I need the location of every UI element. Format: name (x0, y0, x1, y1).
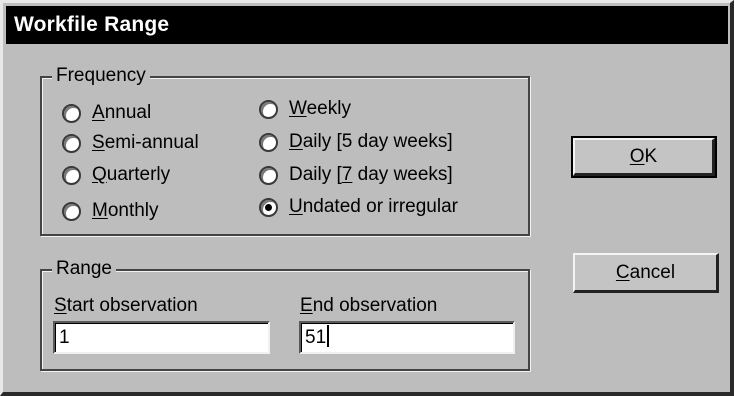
radio-monthly-circle[interactable] (62, 201, 81, 221)
start-observation-label: Start observation (54, 295, 198, 316)
end-observation-label: End observation (300, 295, 438, 316)
radio-semi-annual-label: Semi-annual (92, 132, 199, 153)
radio-monthly[interactable]: Monthly (62, 200, 159, 222)
radio-weekly[interactable]: Weekly (259, 98, 351, 120)
text-caret (327, 325, 330, 347)
radio-undated-circle[interactable] (259, 197, 278, 217)
radio-quarterly-circle[interactable] (62, 165, 81, 185)
frequency-legend: Frequency (52, 65, 150, 87)
radio-undated-label: Undated or irregular (289, 196, 458, 217)
radio-daily-7[interactable]: Daily [7 day weeks] (259, 164, 453, 186)
radio-daily-5-circle[interactable] (259, 132, 278, 152)
radio-undated[interactable]: Undated or irregular (259, 196, 458, 218)
radio-semi-annual-circle[interactable] (62, 133, 81, 153)
radio-weekly-circle[interactable] (259, 99, 278, 119)
radio-weekly-label: Weekly (289, 98, 351, 119)
radio-quarterly[interactable]: Quarterly (62, 164, 170, 186)
end-observation-input[interactable]: 51 (299, 321, 515, 354)
radio-daily-7-label: Daily [7 day weeks] (289, 164, 453, 185)
radio-annual-circle[interactable] (62, 103, 81, 123)
radio-quarterly-label: Quarterly (92, 164, 171, 185)
ok-button[interactable]: OK (571, 136, 717, 178)
radio-daily-7-circle[interactable] (259, 165, 278, 185)
radio-semi-annual[interactable]: Semi-annual (62, 132, 199, 154)
start-observation-input[interactable]: 1 (53, 321, 270, 354)
radio-monthly-label: Monthly (92, 200, 159, 221)
radio-daily-5[interactable]: Daily [5 day weeks] (259, 131, 453, 153)
frequency-group: Frequency Annual Semi-annual Quarterly M… (40, 65, 530, 236)
radio-annual-label: Annual (92, 102, 152, 123)
workfile-range-dialog: Workfile Range Frequency Annual Semi-ann… (0, 0, 734, 396)
radio-annual[interactable]: Annual (62, 102, 151, 124)
range-legend: Range (52, 258, 116, 280)
cancel-button[interactable]: Cancel (573, 253, 719, 293)
range-group: Range (40, 258, 530, 371)
radio-daily-5-label: Daily [5 day weeks] (289, 131, 453, 152)
dialog-title: Workfile Range (6, 6, 728, 44)
